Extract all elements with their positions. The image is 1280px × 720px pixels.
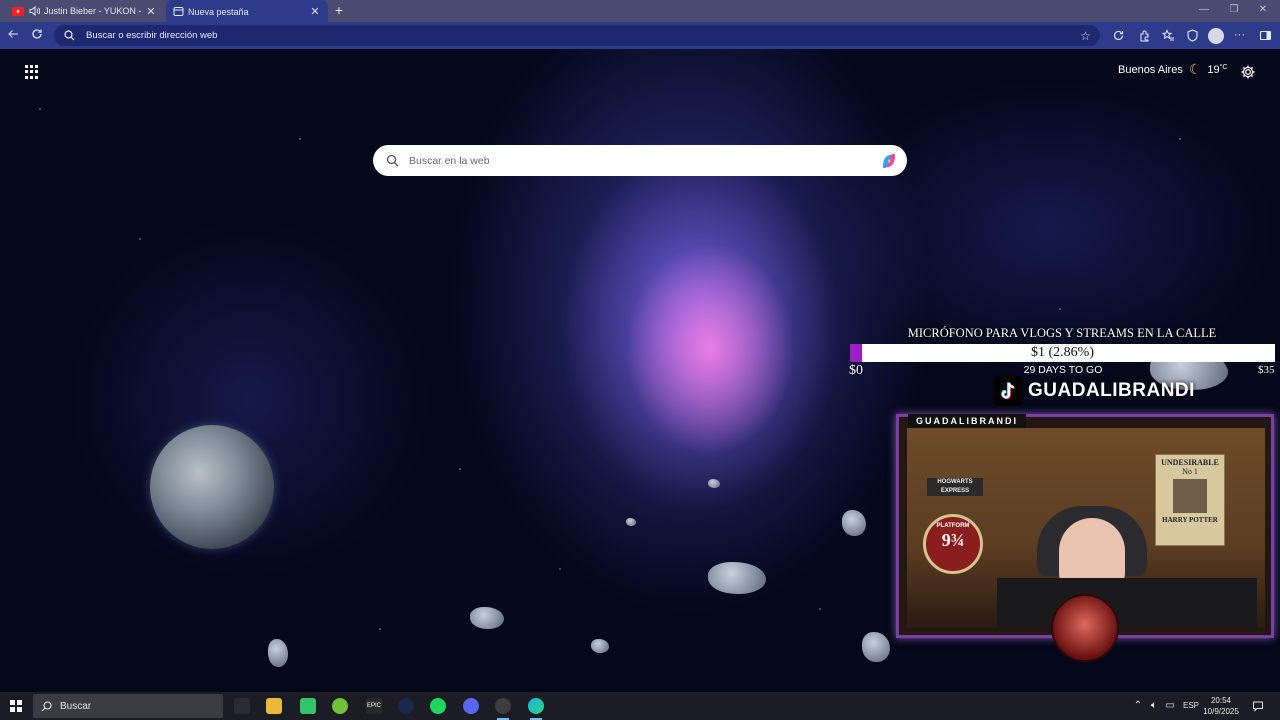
chevron-up-icon[interactable]: ⌃ bbox=[1132, 700, 1144, 712]
tab-title: Justin Bieber - YUKON - You bbox=[44, 6, 144, 16]
minecraft-icon[interactable] bbox=[300, 698, 316, 714]
new-tab-button[interactable]: + bbox=[332, 3, 346, 17]
tab-strip: Justin Bieber - YUKON - You ✕ Nueva pest… bbox=[0, 0, 1280, 23]
asteroid-image bbox=[708, 562, 766, 594]
goal-amount: $1 (2.86%) bbox=[1031, 345, 1094, 360]
clock-date: 10/9/2025 bbox=[1203, 707, 1239, 716]
asteroid-image bbox=[591, 639, 609, 653]
network-icon[interactable]: ▭ bbox=[1164, 700, 1176, 712]
poster-number: No 1 bbox=[1182, 467, 1198, 476]
tiktok-badge: GUADALIBRANDI bbox=[993, 376, 1195, 406]
platform-sign: PLATFORM 9¾ bbox=[923, 514, 983, 574]
taskbar-search[interactable] bbox=[33, 694, 223, 718]
task-view-icon[interactable] bbox=[234, 698, 250, 714]
close-tab-icon[interactable]: ✕ bbox=[144, 5, 158, 18]
search-icon bbox=[64, 30, 78, 41]
tab-youtube[interactable]: Justin Bieber - YUKON - You ✕ bbox=[6, 0, 164, 22]
planet-image bbox=[150, 425, 274, 549]
goal-min: $0 bbox=[849, 363, 863, 378]
asteroid-image bbox=[842, 510, 866, 536]
speaker-icon[interactable] bbox=[28, 5, 40, 17]
restore-icon[interactable]: ❐ bbox=[1227, 4, 1241, 15]
goal-title: MICRÓFONO PARA VLOGS Y STREAMS EN LA CAL… bbox=[907, 326, 1217, 340]
language-indicator[interactable]: ESP bbox=[1183, 701, 1199, 710]
shield-icon[interactable] bbox=[1186, 29, 1199, 42]
weather-unit: °C bbox=[1219, 64, 1228, 71]
windows-start-icon[interactable] bbox=[10, 700, 22, 712]
close-window-icon[interactable]: ✕ bbox=[1256, 4, 1270, 15]
poster-name: HARRY POTTER bbox=[1162, 516, 1218, 524]
notifications-icon[interactable] bbox=[1252, 700, 1264, 712]
address-bar[interactable]: ☆ bbox=[54, 25, 1100, 46]
profile-avatar[interactable] bbox=[1208, 28, 1224, 44]
webcam-label: GUADALIBRANDI bbox=[908, 414, 1026, 428]
platform-number: 9¾ bbox=[941, 530, 965, 550]
discord-icon[interactable] bbox=[463, 698, 479, 714]
refresh-icon[interactable] bbox=[30, 28, 44, 42]
extensions-icon[interactable] bbox=[1138, 29, 1151, 42]
epic-games-icon[interactable]: EPIC bbox=[366, 698, 382, 714]
search-icon bbox=[41, 700, 52, 712]
steam-icon[interactable] bbox=[398, 698, 414, 714]
asteroid-image bbox=[626, 518, 636, 526]
taskbar: EPIC ⌃ 🔈︎ ▭ ESP 20:54 10/9/2025 bbox=[0, 692, 1280, 720]
sidebar-toggle-icon[interactable] bbox=[1259, 29, 1272, 42]
goal-days-left: 29 DAYS TO GO bbox=[1023, 364, 1103, 376]
asteroid-image bbox=[708, 479, 720, 488]
goal-progress-bar: $1 (2.86%) bbox=[850, 344, 1275, 362]
copilot-icon[interactable] bbox=[879, 151, 899, 171]
tiktok-handle: GUADALIBRANDI bbox=[1028, 380, 1195, 401]
asteroid-image bbox=[268, 639, 288, 667]
goal-max: $35 bbox=[1258, 364, 1275, 376]
moon-icon: ☾ bbox=[1188, 61, 1202, 77]
close-tab-icon[interactable]: ✕ bbox=[308, 5, 322, 18]
asteroid-image bbox=[470, 607, 504, 629]
apps-launcher-icon[interactable] bbox=[25, 65, 39, 79]
youtube-icon bbox=[12, 5, 24, 17]
web-search-input[interactable] bbox=[409, 154, 879, 167]
tiktok-icon bbox=[993, 376, 1023, 406]
clock-time: 20:54 bbox=[1210, 696, 1232, 705]
streamer-avatar bbox=[1051, 594, 1119, 662]
spotify-icon[interactable] bbox=[430, 698, 446, 714]
asteroid-image bbox=[862, 632, 890, 662]
taskbar-search-input[interactable] bbox=[60, 700, 192, 712]
poster-photo bbox=[1173, 479, 1207, 513]
browser-toolbar: ☆ ··· bbox=[0, 22, 1280, 49]
poster-title: UNDESIRABLE bbox=[1161, 458, 1219, 467]
weather-temperature: 19 bbox=[1207, 63, 1220, 76]
file-explorer-icon[interactable] bbox=[266, 698, 282, 714]
tab-new-tab[interactable]: Nueva pestaña ✕ bbox=[166, 0, 328, 23]
more-options-icon[interactable]: ··· bbox=[1234, 30, 1247, 43]
gear-icon[interactable] bbox=[1240, 64, 1256, 80]
search-icon bbox=[386, 154, 399, 167]
gaming-chair bbox=[997, 578, 1257, 628]
clock[interactable]: 20:54 10/9/2025 bbox=[1202, 695, 1240, 717]
weather-widget[interactable]: Buenos Aires ☾ 19 °C bbox=[1118, 61, 1228, 78]
volume-icon[interactable]: 🔈︎ bbox=[1148, 700, 1160, 712]
minimize-icon[interactable]: — bbox=[1197, 4, 1211, 15]
web-search-box[interactable] bbox=[373, 145, 907, 176]
back-icon[interactable] bbox=[6, 28, 20, 42]
wanted-poster: UNDESIRABLE No 1 HARRY POTTER bbox=[1155, 454, 1225, 546]
obs-icon[interactable] bbox=[495, 698, 511, 720]
hogwarts-sign: HOGWARTS EXPRESS bbox=[927, 478, 983, 496]
newtab-page-icon bbox=[172, 6, 184, 18]
favorites-icon[interactable] bbox=[1161, 29, 1175, 42]
edge-icon[interactable] bbox=[528, 698, 544, 720]
tab-title: Nueva pestaña bbox=[188, 6, 249, 17]
favorite-star-icon[interactable]: ☆ bbox=[1080, 29, 1094, 43]
refresh-extension-icon[interactable] bbox=[1112, 29, 1125, 42]
xbox-icon[interactable] bbox=[332, 698, 348, 714]
weather-city: Buenos Aires bbox=[1118, 63, 1183, 76]
address-input[interactable] bbox=[86, 30, 1080, 41]
